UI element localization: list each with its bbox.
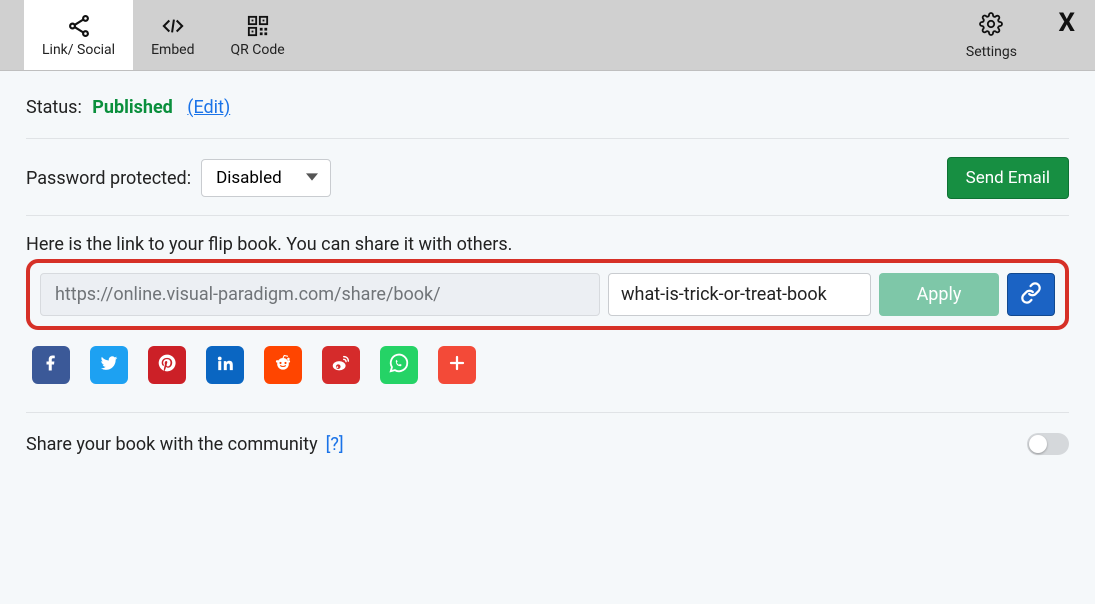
tab-label: Link/ Social <box>42 42 115 58</box>
password-row: Password protected: Disabled Send Email <box>26 157 1069 199</box>
share-community-label: Share your book with the community <box>26 434 318 455</box>
tab-qr-code[interactable]: QR Code <box>213 0 303 70</box>
linkedin-icon <box>216 354 234 376</box>
close-icon[interactable]: X <box>1058 8 1075 38</box>
share-community-toggle[interactable] <box>1027 433 1069 455</box>
weibo-button[interactable] <box>322 346 360 384</box>
social-share-row <box>32 346 1069 384</box>
reddit-icon <box>273 353 293 377</box>
divider <box>26 412 1069 413</box>
pinterest-button[interactable] <box>148 346 186 384</box>
status-label: Status: <box>26 97 82 118</box>
whatsapp-button[interactable] <box>380 346 418 384</box>
apply-button[interactable]: Apply <box>879 273 999 316</box>
plus-icon <box>448 354 466 376</box>
settings-label: Settings <box>966 44 1017 60</box>
twitter-icon <box>99 353 119 377</box>
tab-label: QR Code <box>231 42 285 58</box>
url-highlight-frame: https://online.visual-paradigm.com/share… <box>26 259 1069 330</box>
password-value: Disabled <box>216 168 282 188</box>
whatsapp-icon <box>388 352 410 378</box>
weibo-icon <box>330 352 352 378</box>
link-instruction-text: Here is the link to your flip book. You … <box>26 234 1069 255</box>
password-select[interactable]: Disabled <box>201 159 331 197</box>
password-label: Password protected: <box>26 168 191 189</box>
link-icon <box>1020 282 1042 308</box>
share-community-row: Share your book with the community [?] <box>26 433 1069 455</box>
chevron-down-icon <box>306 168 318 188</box>
url-slug-input[interactable] <box>608 273 871 316</box>
qr-icon <box>247 14 269 38</box>
linkedin-button[interactable] <box>206 346 244 384</box>
more-share-button[interactable] <box>438 346 476 384</box>
status-row: Status: Published (Edit) <box>26 97 1069 118</box>
share-icon <box>66 14 92 38</box>
gear-icon <box>979 12 1003 40</box>
facebook-icon <box>42 354 60 376</box>
pinterest-icon <box>157 353 177 377</box>
code-icon <box>160 14 186 38</box>
tab-embed[interactable]: Embed <box>133 0 212 70</box>
url-prefix-field: https://online.visual-paradigm.com/share… <box>40 273 600 316</box>
send-email-button[interactable]: Send Email <box>947 157 1069 199</box>
status-value: Published <box>92 97 173 118</box>
main-content: Status: Published (Edit) Password protec… <box>0 71 1095 475</box>
tab-link-social[interactable]: Link/ Social <box>24 0 133 70</box>
top-tab-bar: Link/ Social Embed QR Code <box>0 0 1095 71</box>
tab-label: Embed <box>151 42 194 58</box>
divider <box>26 215 1069 216</box>
twitter-button[interactable] <box>90 346 128 384</box>
help-link[interactable]: [?] <box>326 434 344 455</box>
settings-button[interactable]: Settings <box>944 0 1039 70</box>
edit-link[interactable]: (Edit) <box>187 97 230 118</box>
reddit-button[interactable] <box>264 346 302 384</box>
toggle-knob <box>1029 435 1047 453</box>
divider <box>26 138 1069 139</box>
copy-link-button[interactable] <box>1007 273 1055 316</box>
facebook-button[interactable] <box>32 346 70 384</box>
